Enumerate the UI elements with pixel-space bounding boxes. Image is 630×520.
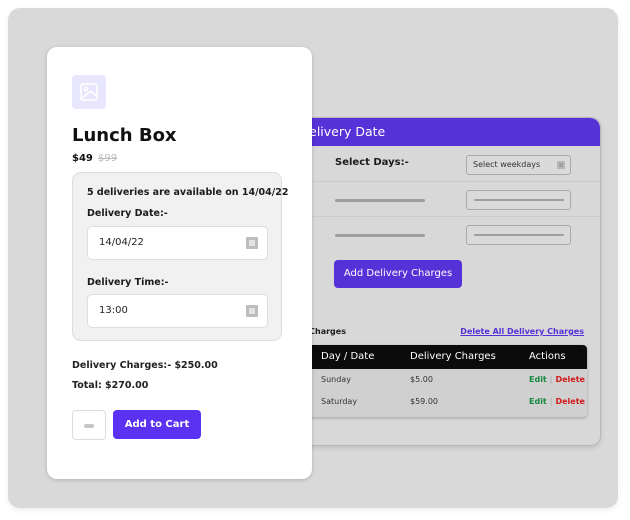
delivery-date-value: 14/04/22 xyxy=(99,237,144,248)
placeholder-input[interactable] xyxy=(466,225,571,245)
table-row: Sunday $5.00 Edit | Delete xyxy=(269,369,587,391)
delete-link[interactable]: Delete xyxy=(555,375,584,384)
separator: | xyxy=(549,375,553,384)
quantity-stepper[interactable] xyxy=(72,410,106,440)
clock-icon[interactable] xyxy=(246,305,258,317)
cell-actions: Edit | Delete xyxy=(529,391,585,413)
delivery-date-label: Delivery Date:- xyxy=(87,208,168,219)
original-price: $99 xyxy=(98,153,118,164)
placeholder-input[interactable] xyxy=(466,190,571,210)
edit-link[interactable]: Edit xyxy=(529,375,547,384)
delivery-time-label: Delivery Time:- xyxy=(87,277,169,288)
cell-day: Sunday xyxy=(321,375,351,384)
delete-link[interactable]: Delete xyxy=(555,397,584,406)
background-panel: Set Delivery Date Select Days:- Select w… xyxy=(8,8,618,508)
total-text: Total: $270.00 xyxy=(72,380,149,391)
calendar-icon[interactable] xyxy=(246,237,258,249)
weekdays-select-placeholder: Select weekdays xyxy=(473,160,541,169)
delivery-charges-text: Delivery Charges:- $250.00 xyxy=(72,360,218,371)
product-price: $49 xyxy=(72,153,93,164)
cell-actions: Edit | Delete xyxy=(529,369,585,391)
cell-day: Saturday xyxy=(321,397,358,406)
cell-charge: $5.00 xyxy=(410,375,433,384)
table-header: Day / Date Delivery Charges Actions xyxy=(269,345,587,369)
weekdays-select[interactable]: Select weekdays xyxy=(466,155,571,175)
add-delivery-charges-button[interactable]: Add Delivery Charges xyxy=(334,260,462,288)
delivery-time-field[interactable]: 13:00 xyxy=(87,294,268,328)
edit-link[interactable]: Edit xyxy=(529,397,547,406)
placeholder-value xyxy=(474,234,564,236)
column-header-charges: Delivery Charges xyxy=(410,351,496,362)
delivery-charges-table: Day / Date Delivery Charges Actions Sund… xyxy=(269,345,587,417)
delivery-options-box: 5 deliveries are available on 14/04/22 D… xyxy=(72,172,288,341)
column-header-day: Day / Date xyxy=(321,351,375,362)
delivery-date-field[interactable]: 14/04/22 xyxy=(87,226,268,260)
column-header-actions: Actions xyxy=(529,351,566,362)
placeholder-value xyxy=(474,199,564,201)
cell-charge: $59.00 xyxy=(410,397,438,406)
product-image-placeholder xyxy=(72,75,106,109)
product-title: Lunch Box xyxy=(72,125,177,146)
availability-text: 5 deliveries are available on 14/04/22 xyxy=(87,187,289,198)
select-days-label: Select Days:- xyxy=(335,157,409,168)
quantity-placeholder xyxy=(84,424,94,428)
delete-all-charges-link[interactable]: Delete All Delivery Charges xyxy=(460,327,584,336)
delivery-time-value: 13:00 xyxy=(99,305,128,316)
add-to-cart-button[interactable]: Add to Cart xyxy=(113,410,201,439)
placeholder-label xyxy=(335,234,425,237)
separator: | xyxy=(549,397,553,406)
placeholder-label xyxy=(335,199,425,202)
table-row: Saturday $59.00 Edit | Delete xyxy=(269,391,587,413)
product-card: Lunch Box $49 $99 5 deliveries are avail… xyxy=(47,47,312,479)
dropdown-icon xyxy=(557,161,565,169)
image-icon xyxy=(80,83,98,101)
